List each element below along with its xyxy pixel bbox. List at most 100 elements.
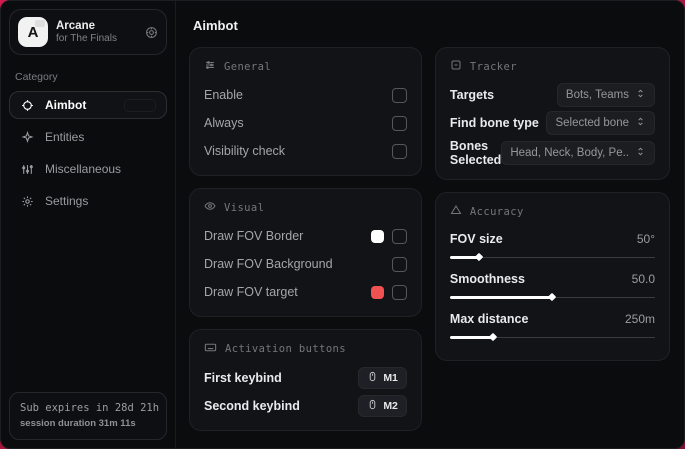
mouse-icon	[367, 399, 378, 413]
setting-row: Bones Selected Head, Neck, Body, Pe..	[450, 139, 655, 167]
sliders-vertical-icon	[20, 163, 35, 176]
setting-label: Draw FOV Background	[204, 257, 333, 271]
always-checkbox[interactable]	[391, 115, 407, 131]
fov-background-checkbox[interactable]	[391, 256, 407, 272]
app-name: Arcane	[56, 19, 95, 32]
card-title: Tracker	[469, 60, 517, 73]
lifebuoy-icon[interactable]	[145, 26, 158, 39]
accuracy-card: Accuracy FOV size 50° Smoothness 50.0 Ma…	[434, 192, 670, 361]
card-title: General	[224, 60, 272, 73]
card-title: Activation buttons	[225, 343, 346, 355]
setting-label: Targets	[449, 88, 495, 102]
fov-border-color-swatch[interactable]	[370, 229, 384, 243]
find-bone-type-dropdown[interactable]: Selected bone	[546, 111, 655, 135]
slider-row: Max distance 250m	[449, 308, 655, 342]
visual-card: Visual Draw FOV Border Draw FOV Backgrou…	[189, 188, 422, 317]
chevrons-up-down-icon	[635, 88, 646, 102]
setting-label: First keybind	[204, 371, 282, 385]
targets-dropdown[interactable]: Bots, Teams	[556, 83, 655, 107]
fov-border-checkbox[interactable]	[391, 228, 407, 244]
bones-selected-dropdown[interactable]: Head, Neck, Body, Pe..	[501, 141, 655, 165]
setting-row: Find bone type Selected bone	[450, 111, 655, 135]
app-logo-letter: A	[27, 23, 39, 41]
slider-row: Smoothness 50.0	[449, 268, 655, 302]
eye-icon	[204, 200, 216, 215]
smoothness-slider[interactable]	[449, 292, 655, 302]
setting-label: Draw FOV Border	[204, 229, 304, 243]
keybind-value: M2	[383, 400, 398, 412]
sidebar-item-aimbot[interactable]: Aimbot	[9, 91, 167, 119]
sidebar-item-label: Settings	[45, 194, 89, 208]
sub-expiry-text: Sub expires in 28d 21h	[20, 402, 160, 414]
fov-size-value: 50°	[636, 232, 655, 246]
ghost-keybind-slot	[124, 98, 156, 112]
crosshair-icon	[20, 99, 35, 112]
session-duration-text: session duration 31m 11s	[20, 417, 136, 429]
sidebar-nav: Aimbot Entities Miscellaneous Settings	[9, 91, 167, 215]
slider-handle[interactable]	[449, 256, 479, 259]
enable-checkbox[interactable]	[391, 87, 407, 103]
setting-row: Enable	[204, 83, 407, 107]
chevrons-up-down-icon	[635, 146, 646, 160]
card-title: Accuracy	[469, 205, 524, 218]
sidebar-item-label: Entities	[45, 130, 85, 144]
setting-row: Second keybind M2	[204, 394, 407, 418]
subscription-card: Sub expires in 28d 21h session duration …	[9, 392, 167, 440]
sliders-horizontal-icon	[204, 59, 216, 74]
setting-label: Always	[204, 116, 244, 130]
setting-label: Bones Selected	[449, 139, 502, 167]
activation-card: Activation buttons First keybind M1 Seco…	[189, 329, 422, 431]
setting-row: Draw FOV Border	[204, 224, 407, 248]
triangle-icon	[450, 204, 462, 219]
slider-handle[interactable]	[449, 336, 493, 339]
setting-label: Enable	[204, 88, 243, 102]
sidebar-item-label: Aimbot	[45, 98, 87, 112]
slider-handle[interactable]	[449, 296, 553, 299]
gear-icon	[20, 195, 35, 208]
sidebar-item-miscellaneous[interactable]: Miscellaneous	[9, 155, 167, 183]
sidebar-item-settings[interactable]: Settings	[9, 187, 167, 215]
sidebar-item-entities[interactable]: Entities	[9, 123, 167, 151]
setting-label: Find bone type	[449, 116, 539, 130]
setting-row: Visibility check	[204, 139, 407, 163]
dropdown-value: Head, Neck, Body, Pe..	[510, 147, 629, 159]
smoothness-value: 50.0	[631, 272, 655, 286]
setting-label: Visibility check	[204, 144, 286, 158]
app-header-card: A Arcane for The Finals	[9, 9, 167, 55]
setting-label: Draw FOV target	[204, 285, 298, 299]
category-label: Category	[15, 71, 58, 83]
slider-row: FOV size 50°	[449, 228, 655, 262]
keyboard-icon	[204, 341, 217, 357]
main-content: Aimbot General Enable Always Visibility …	[176, 1, 684, 448]
mouse-icon	[367, 371, 378, 385]
app-window: A Arcane for The Finals Category Aimbot …	[0, 0, 685, 449]
fov-target-color-swatch[interactable]	[370, 285, 384, 299]
app-subtitle: for The Finals	[56, 32, 117, 44]
setting-label: Smoothness	[449, 272, 525, 286]
setting-label: FOV size	[449, 232, 503, 246]
visibility-check-checkbox[interactable]	[391, 143, 407, 159]
app-meta: Arcane for The Finals	[56, 19, 137, 46]
sparkle-icon	[20, 130, 35, 144]
fov-size-slider[interactable]	[449, 252, 655, 262]
max-distance-value: 250m	[624, 312, 655, 326]
setting-row: Targets Bots, Teams	[450, 83, 655, 107]
setting-row: Draw FOV Background	[204, 252, 407, 276]
dropdown-value: Bots, Teams	[565, 89, 629, 101]
setting-label: Max distance	[449, 312, 529, 326]
second-keybind-button[interactable]: M2	[358, 395, 407, 417]
card-title: Visual	[224, 201, 265, 214]
chevrons-up-down-icon	[635, 116, 646, 130]
fov-target-checkbox[interactable]	[391, 284, 407, 300]
general-card: General Enable Always Visibility check	[189, 47, 422, 176]
sidebar-item-label: Miscellaneous	[45, 162, 122, 176]
setting-row: Draw FOV target	[204, 280, 407, 304]
scan-box-icon	[450, 59, 462, 74]
first-keybind-button[interactable]: M1	[358, 367, 407, 389]
tracker-card: Tracker Targets Bots, Teams Find bone ty…	[434, 47, 670, 180]
sidebar: A Arcane for The Finals Category Aimbot …	[1, 1, 176, 448]
setting-row: Always	[204, 111, 407, 135]
app-logo: A	[18, 17, 48, 47]
max-distance-slider[interactable]	[449, 332, 655, 342]
page-title: Aimbot	[193, 18, 238, 33]
